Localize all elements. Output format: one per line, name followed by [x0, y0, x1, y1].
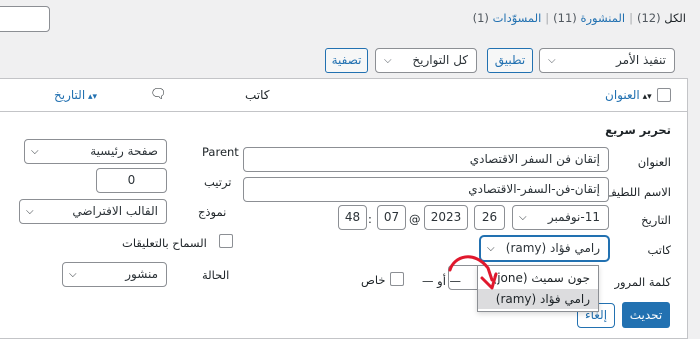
order-input[interactable]: 0: [96, 168, 167, 193]
column-date[interactable]: التاريخ ▴▾: [54, 88, 97, 102]
sort-arrows-icon: ▴▾: [85, 92, 98, 102]
chevron-down-icon: ⌵: [548, 55, 556, 66]
table-header: العنوان ▴▾ كاتب 🗨 التاريخ ▴▾: [0, 79, 687, 112]
title-input[interactable]: إتقان فن السفر الاقتصادي: [243, 147, 609, 172]
chevron-down-icon: ⌵: [69, 269, 77, 280]
apply-button[interactable]: تطبيق: [487, 48, 533, 73]
search-input[interactable]: [0, 6, 50, 32]
template-label: نموذج: [198, 205, 227, 219]
order-label: ترتيب: [204, 175, 232, 189]
author-label: كاتب: [647, 243, 671, 257]
chevron-down-icon: ⌵: [384, 55, 392, 66]
annotation-arrow-icon: [448, 255, 498, 290]
column-author: كاتب: [245, 88, 270, 102]
month-select[interactable]: 11-نوفمبر ⌵: [512, 205, 609, 230]
time-colon: :: [368, 212, 372, 226]
allow-comments-label: السماح بالتعليقات: [122, 236, 207, 250]
status-select[interactable]: منشور ⌵: [62, 262, 167, 287]
template-select[interactable]: القالب الافتراضي ⌵: [19, 199, 167, 224]
hour-input[interactable]: 07: [377, 205, 406, 230]
filter-all[interactable]: الكل (12): [637, 11, 686, 25]
private-checkbox[interactable]: [390, 272, 404, 286]
title-label: العنوان: [637, 155, 671, 169]
update-button[interactable]: تحديث: [622, 302, 670, 328]
slug-input[interactable]: إتقان-فن-السفر-الاقتصادي: [243, 177, 609, 202]
sort-arrows-icon: ▴▾: [639, 92, 652, 102]
slug-label: الاسم اللطيف: [604, 185, 671, 199]
dates-filter-select[interactable]: كل التواريخ ⌵: [375, 48, 477, 73]
filter-drafts[interactable]: المسوّدات (1): [473, 11, 542, 25]
bulk-action-select[interactable]: تنفيذ الأمر ⌵: [539, 48, 675, 73]
date-label: التاريخ: [641, 213, 671, 227]
parent-label: Parent: [202, 145, 239, 159]
minute-input[interactable]: 48: [338, 205, 367, 230]
parent-select[interactable]: صفحة رئيسية ⌵: [24, 139, 167, 164]
password-label: كلمة المرور: [614, 275, 671, 289]
status-filter-links: الكل (12)|المنشورة (11)|المسوّدات (1): [472, 11, 686, 25]
at-symbol: @: [409, 212, 421, 226]
chevron-down-icon: ⌵: [31, 146, 39, 157]
day-input[interactable]: 26: [474, 205, 505, 230]
comments-icon: 🗨: [150, 87, 167, 102]
filter-button[interactable]: تصفية: [325, 48, 368, 73]
chevron-down-icon: ⌵: [519, 212, 527, 223]
column-title[interactable]: العنوان ▴▾: [605, 88, 652, 102]
quick-edit-heading: تحرير سريع: [605, 123, 671, 137]
allow-comments-checkbox[interactable]: [219, 234, 233, 248]
select-all-checkbox[interactable]: [657, 88, 671, 102]
year-input[interactable]: 2023: [424, 205, 468, 230]
chevron-down-icon: ⌵: [26, 206, 34, 217]
private-label: خاص: [361, 273, 386, 287]
filter-published[interactable]: المنشورة (11): [553, 11, 625, 25]
status-label: الحالة: [202, 268, 230, 282]
